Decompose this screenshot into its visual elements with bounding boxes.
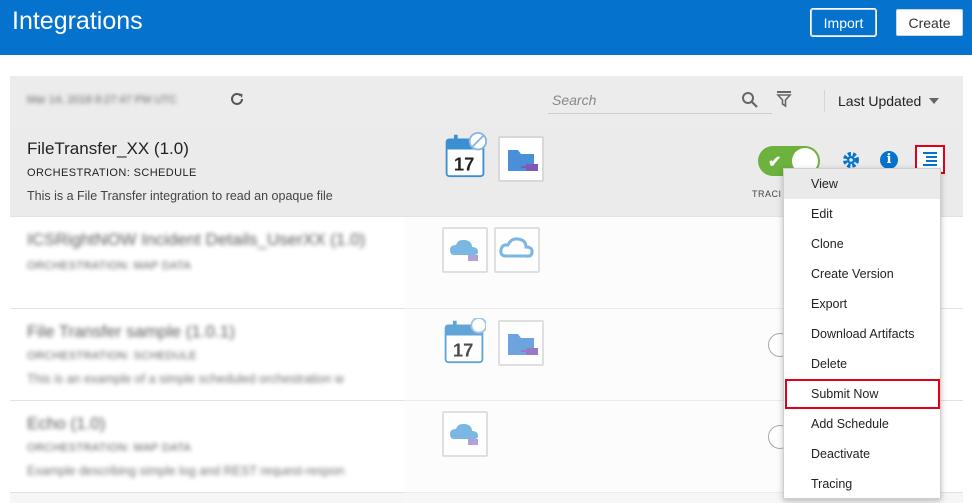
integration-description: Example describing simple log and REST r… [27,464,345,478]
ftp-adapter-icon [508,150,538,171]
menu-item-tracing[interactable]: Tracing [784,469,940,499]
integration-pattern: ORCHESTRATION: MAP DATA [27,442,192,454]
caret-down-icon [929,98,940,104]
integration-pattern: ORCHESTRATION: SCHEDULE [27,167,197,179]
ftp-adapter-tile[interactable] [498,136,544,182]
integration-pattern: ORCHESTRATION: SCHEDULE [27,350,197,362]
search-field[interactable] [548,88,772,114]
calendar-icon: 17 [444,318,486,364]
list-toolbar: Mar 14, 2018 8:27:47 PM UTC Last Updated [10,76,963,126]
actions-menu: View Edit Clone Create Version Export Do… [783,168,941,499]
menu-item-view[interactable]: View [784,169,940,199]
integration-description: This is a File Transfer integration to r… [27,189,333,203]
menu-item-download-artifacts[interactable]: Download Artifacts [784,319,940,349]
cloud-adapter-icon [450,423,478,445]
calendar-icon: 17 [445,132,487,178]
cloud-adapter-tile [442,227,488,273]
integration-name[interactable]: Echo (1.0) [27,414,105,434]
tracing-label: TRACI [752,189,782,199]
menu-item-export[interactable]: Export [784,289,940,319]
ftp-adapter-icon [508,334,538,355]
menu-item-deactivate[interactable]: Deactivate [784,439,940,469]
info-icon[interactable]: i [880,151,898,169]
integration-name[interactable]: FileTransfer_XX (1.0) [27,139,189,159]
search-icon[interactable] [741,91,759,109]
sort-label: Last Updated [838,93,922,109]
check-icon: ✔ [768,154,782,171]
menu-item-edit[interactable]: Edit [784,199,940,229]
calendar-day: 17 [453,340,473,361]
integration-description: This is an example of a simple scheduled… [27,372,344,386]
calendar-day: 17 [454,154,474,175]
menu-item-add-schedule[interactable]: Add Schedule [784,409,940,439]
menu-item-clone[interactable]: Clone [784,229,940,259]
refresh-icon[interactable] [229,91,245,107]
cloud-adapter-icon [450,239,478,261]
filter-icon[interactable] [776,90,792,108]
import-button[interactable]: Import [810,8,877,37]
gear-icon[interactable] [842,151,860,169]
menu-item-delete[interactable]: Delete [784,349,940,379]
header-bar: Integrations Import Create [0,0,972,55]
menu-item-create-version[interactable]: Create Version [784,259,940,289]
cloud-adapter-tile [494,227,540,273]
integration-name[interactable]: File Transfer sample (1.0.1) [27,322,235,342]
last-refresh-timestamp: Mar 14, 2018 8:27:47 PM UTC [27,94,177,106]
search-input[interactable] [548,88,738,112]
menu-item-submit-now[interactable]: Submit Now [785,379,940,409]
sort-dropdown[interactable]: Last Updated [824,90,954,112]
integration-name[interactable]: ICSRightNOW Incident Details_UserXX (1.0… [27,230,365,250]
ftp-adapter-tile [498,320,544,366]
integration-pattern: ORCHESTRATION: MAP DATA [27,260,192,272]
cloud-adapter-tile [442,411,488,457]
page-title: Integrations [12,7,143,35]
cloud-adapter-icon [499,237,534,258]
create-button[interactable]: Create [896,9,963,36]
